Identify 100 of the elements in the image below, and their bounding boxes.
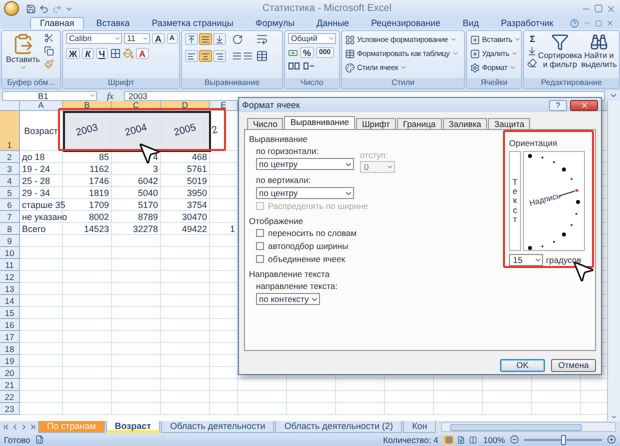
function-label[interactable]: fx	[101, 90, 120, 100]
view-button[interactable]	[467, 434, 478, 444]
ribbon-tab[interactable]: Главная	[30, 17, 84, 29]
first-sheet-icon[interactable]	[2, 423, 10, 431]
sheet-tab[interactable]: Кон	[403, 421, 436, 433]
row-header[interactable]: 15	[0, 307, 20, 319]
dialog-button[interactable]: OK	[500, 359, 545, 372]
save-icon[interactable]	[26, 4, 36, 14]
next-sheet-icon[interactable]	[20, 423, 28, 431]
row-header[interactable]: 2	[0, 151, 20, 163]
zoom-in-icon[interactable]	[607, 435, 616, 444]
dialog-tab[interactable]: Выравнивание	[284, 116, 355, 129]
row-header[interactable]: 22	[0, 391, 20, 403]
ribbon-tab[interactable]: Разработчик	[490, 17, 564, 29]
row-header[interactable]: 20	[0, 367, 20, 379]
close-icon[interactable]	[606, 4, 616, 14]
row-header[interactable]: 1	[0, 111, 20, 151]
row-header[interactable]: 9	[0, 235, 20, 247]
view-button[interactable]	[443, 434, 454, 444]
fill-icon[interactable]	[527, 46, 537, 56]
ribbon-tab[interactable]: Вставка	[86, 17, 140, 29]
underline-button[interactable]: Ч	[96, 48, 108, 59]
dialog-button[interactable]: Отмена	[551, 359, 596, 372]
italic-button[interactable]: К	[82, 48, 94, 59]
degrees-field[interactable]: 15	[509, 254, 543, 266]
paste-button[interactable]: Вставить	[5, 33, 41, 71]
horizontal-align-select[interactable]: по центру	[256, 158, 354, 170]
office-button[interactable]	[4, 1, 19, 16]
find-select-button[interactable]: Найти и выделить	[582, 33, 616, 69]
fill-color-icon[interactable]	[123, 48, 134, 59]
vertical-text-button[interactable]: Текст	[509, 151, 521, 251]
ribbon-tab[interactable]: Разметка страницы	[142, 17, 244, 29]
zoom-text[interactable]: 100%	[483, 434, 505, 444]
number-format-field[interactable]: Общий	[288, 33, 336, 44]
row-header[interactable]: 3	[0, 163, 20, 175]
column-header[interactable]: A	[20, 101, 63, 111]
clear-icon[interactable]	[527, 58, 537, 68]
close-button[interactable]	[570, 100, 598, 110]
sheet-tab[interactable]: Возраст	[106, 421, 160, 433]
ribbon-tab[interactable]: Данные	[306, 17, 360, 29]
grow-font-button[interactable]: A	[152, 33, 164, 44]
zoom-thumb[interactable]	[561, 434, 566, 444]
previous-sheet-icon[interactable]	[11, 423, 19, 431]
expand-icon[interactable]	[609, 91, 618, 100]
ribbon-tab[interactable]: Вид	[452, 17, 489, 29]
vertical-scrollbar[interactable]	[607, 101, 620, 421]
copy-icon[interactable]	[44, 46, 54, 56]
name-box[interactable]: B1	[2, 90, 97, 100]
maximize-icon[interactable]	[594, 4, 603, 13]
dialog-tab[interactable]: Число	[247, 118, 284, 129]
horizontal-align-button[interactable]	[185, 50, 198, 62]
vertical-align-button[interactable]	[213, 33, 226, 45]
row-header[interactable]: 14	[0, 295, 20, 307]
row-header[interactable]: 13	[0, 283, 20, 295]
sheet-tab[interactable]: Область деятельности (2)	[275, 421, 402, 433]
row-header[interactable]: 23	[0, 403, 20, 415]
last-sheet-icon[interactable]	[29, 423, 37, 431]
row-header[interactable]: 5	[0, 187, 20, 199]
help-button[interactable]: ?	[549, 100, 567, 110]
scroll-down-icon[interactable]	[610, 413, 618, 421]
row-header[interactable]: 11	[0, 259, 20, 271]
currency-icon[interactable]	[288, 48, 298, 58]
row-header[interactable]: 16	[0, 319, 20, 331]
borders-icon[interactable]	[110, 48, 122, 59]
orientation-icon[interactable]	[232, 34, 243, 44]
cut-icon[interactable]	[44, 33, 54, 43]
row-header[interactable]: 18	[0, 343, 20, 355]
vertical-align-button[interactable]	[199, 33, 212, 45]
sheet-tab[interactable]: Область деятельности	[161, 421, 274, 433]
ribbon-tab[interactable]: Формулы	[245, 17, 305, 29]
row-header[interactable]: 10	[0, 247, 20, 259]
wrap-text-icon[interactable]	[256, 33, 268, 45]
font-size-field[interactable]: 11	[124, 33, 150, 44]
help-icon[interactable]	[570, 18, 579, 28]
font-color-button[interactable]: A	[136, 48, 149, 59]
autosum-button[interactable]: Σ	[527, 33, 538, 44]
macro-record-icon[interactable]	[35, 435, 44, 444]
dialog-tab[interactable]: Заливка	[442, 118, 488, 129]
dialog-tab[interactable]: Граница	[396, 118, 442, 129]
horizontal-scrollbar[interactable]	[441, 422, 616, 432]
option-checkbox[interactable]: объединение ячеек	[256, 254, 346, 264]
text-direction-select[interactable]: по контексту	[256, 293, 320, 305]
dialog-tab[interactable]: Шрифт	[356, 118, 396, 129]
zoom-out-icon[interactable]	[510, 435, 519, 444]
row-header[interactable]: 21	[0, 379, 20, 391]
row-header[interactable]: 6	[0, 199, 20, 211]
row-header[interactable]: 12	[0, 271, 20, 283]
row-header[interactable]: 8	[0, 223, 20, 235]
row-header[interactable]: 19	[0, 355, 20, 367]
indent-field[interactable]: 0	[360, 161, 395, 173]
dialog-tab[interactable]: Защита	[488, 118, 530, 129]
option-checkbox[interactable]: автоподбор ширины	[256, 241, 348, 251]
font-name-field[interactable]: Calibri	[66, 33, 122, 44]
horizontal-align-button[interactable]	[213, 50, 226, 62]
option-checkbox[interactable]: переносить по словам	[256, 228, 357, 238]
row-header[interactable]: 4	[0, 175, 20, 187]
undo-icon[interactable]	[39, 4, 49, 14]
bold-button[interactable]: Ж	[66, 48, 80, 59]
view-button[interactable]	[455, 434, 466, 444]
row-header[interactable]: 7	[0, 211, 20, 223]
